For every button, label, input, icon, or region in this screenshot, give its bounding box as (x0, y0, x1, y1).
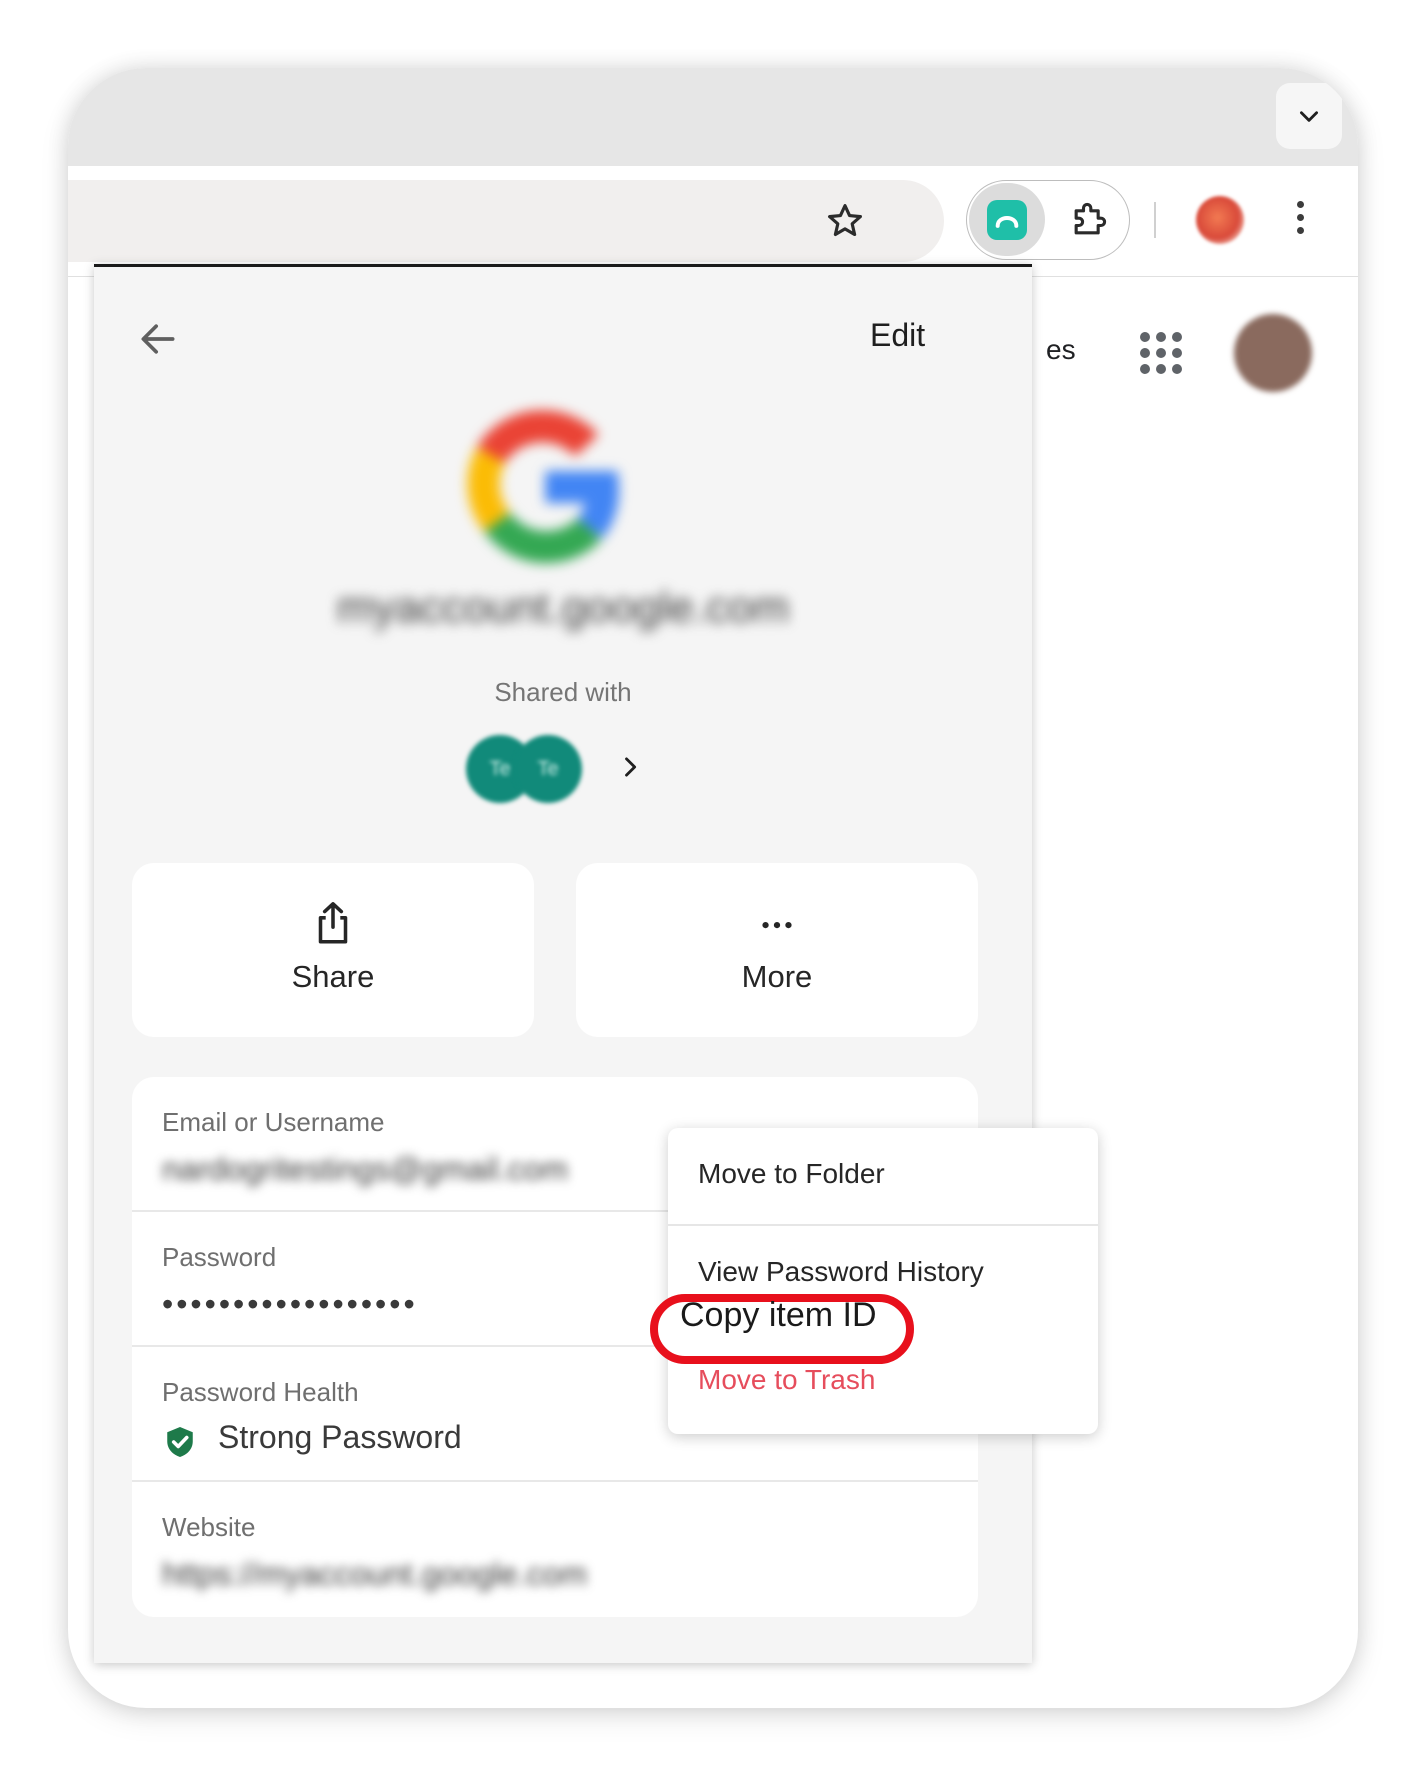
browser-window: es Edit myaccount.google.com Shared with… (68, 68, 1358, 1708)
toolbar-divider (1154, 202, 1156, 238)
more-actions-menu: Move to Folder View Password History Cop… (650, 1128, 1098, 1434)
more-label: More (741, 959, 813, 994)
move-to-folder-item[interactable]: Move to Folder (698, 1158, 885, 1190)
website-label: Website (162, 1512, 256, 1542)
fox-extension-icon[interactable] (1196, 196, 1244, 244)
copy-item-id-item[interactable]: Copy item ID (680, 1296, 877, 1335)
chevron-down-icon (1300, 111, 1318, 122)
password-value: •••••••••••••••••• (162, 1286, 418, 1322)
extensions-group (966, 180, 1130, 260)
password-health-value: Strong Password (218, 1419, 462, 1455)
shared-avatars[interactable]: Te Te (466, 735, 586, 805)
more-dots-icon (762, 921, 792, 929)
google-logo-icon (467, 410, 619, 564)
address-bar[interactable] (68, 180, 944, 262)
email-label: Email or Username (162, 1107, 385, 1137)
view-password-history-item[interactable]: View Password History (698, 1256, 984, 1288)
email-value: nardogritestings@gmail.com (162, 1151, 568, 1187)
bookmark-star-icon[interactable] (824, 200, 866, 242)
password-manager-extension-button[interactable] (969, 183, 1045, 256)
move-to-trash-item[interactable]: Move to Trash (698, 1364, 875, 1396)
browser-menu-kebab-icon[interactable] (1294, 196, 1306, 246)
password-item-popup: Edit myaccount.google.com Shared with Te… (94, 264, 1032, 1663)
website-value: https://myaccount.google.com (162, 1556, 588, 1592)
share-icon (318, 902, 348, 944)
more-button[interactable]: More (576, 863, 978, 1037)
chevron-right-icon[interactable] (616, 753, 644, 781)
site-title: myaccount.google.com (336, 583, 790, 632)
browser-toolbar (68, 166, 1358, 277)
google-apps-icon[interactable] (1140, 332, 1182, 374)
tab-search-button[interactable] (1276, 83, 1342, 149)
shared-with-label: Shared with (494, 677, 632, 707)
puzzle-extensions-icon[interactable] (1067, 198, 1111, 242)
shield-check-icon (167, 1427, 193, 1457)
edit-button[interactable]: Edit (870, 317, 925, 354)
menu-divider (668, 1224, 1098, 1226)
share-button[interactable]: Share (132, 863, 534, 1037)
back-arrow-icon[interactable] (136, 317, 180, 361)
account-avatar[interactable] (1234, 314, 1312, 392)
password-manager-icon (987, 199, 1027, 240)
shared-user-avatar: Te (514, 735, 582, 803)
password-health-label: Password Health (162, 1377, 359, 1407)
share-label: Share (291, 959, 375, 994)
background-page-text: es (1046, 334, 1076, 365)
tab-strip (68, 68, 1358, 166)
website-field[interactable]: Website https://myaccount.google.com (132, 1482, 978, 1617)
password-label: Password (162, 1242, 277, 1272)
